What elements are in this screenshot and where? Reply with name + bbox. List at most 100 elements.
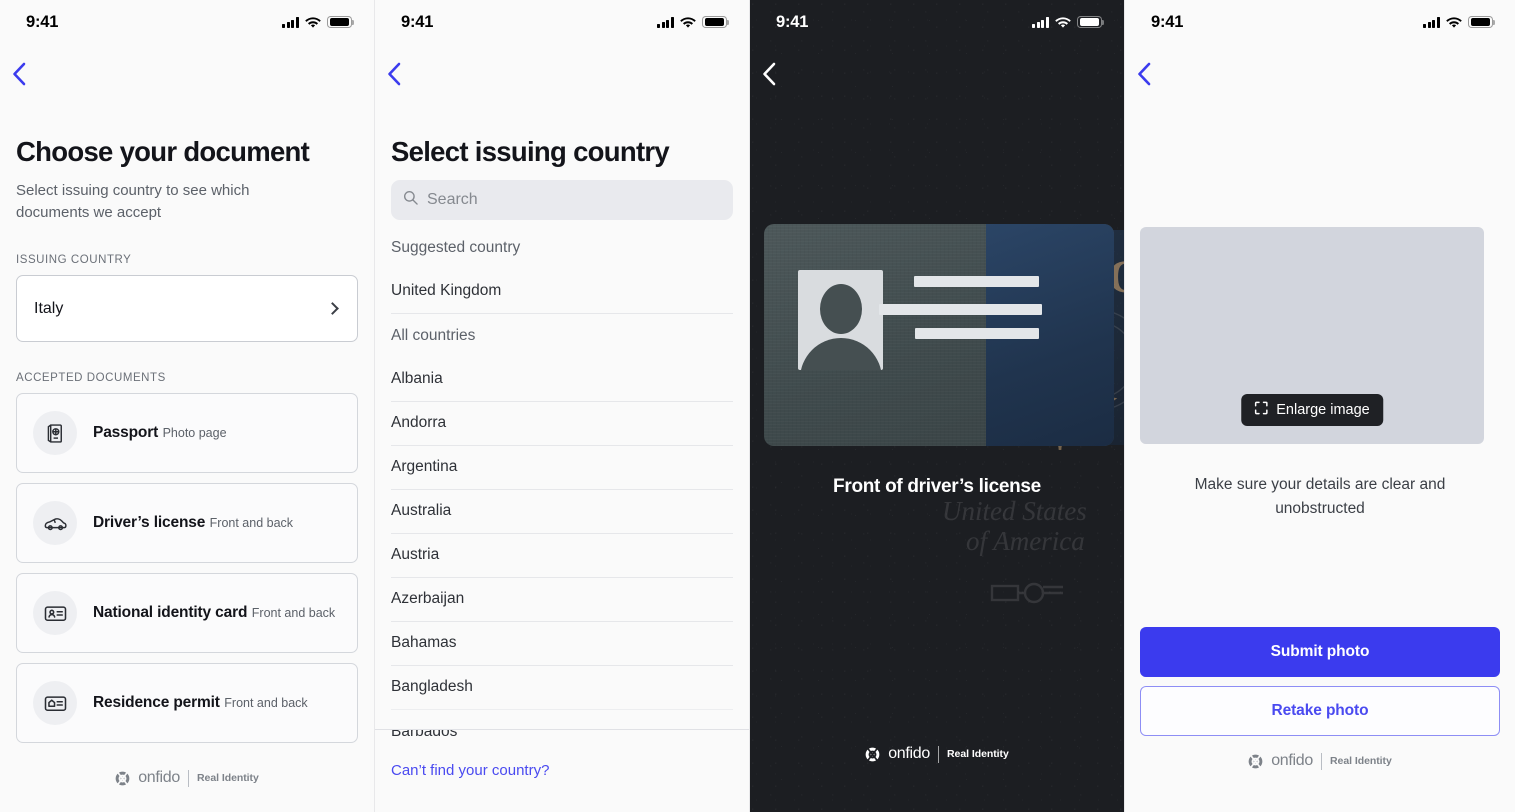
cellular-signal-icon: [1032, 17, 1049, 29]
list-item-country[interactable]: Austria: [391, 534, 733, 578]
onfido-tagline: Real Identity: [197, 772, 259, 784]
retake-photo-button[interactable]: Retake photo: [1140, 686, 1500, 736]
onfido-tagline: Real Identity: [1330, 755, 1392, 767]
wifi-icon: [680, 16, 696, 28]
document-option-text: Driver’s license Front and back: [93, 514, 293, 532]
document-subtitle: Front and back: [224, 696, 308, 710]
back-button[interactable]: [0, 52, 46, 96]
country-list: Suggested country United Kingdom All cou…: [375, 226, 749, 754]
onfido-footer: onfido Real Identity: [750, 745, 1124, 763]
enlarge-image-label: Enlarge image: [1276, 402, 1370, 418]
passport-icon: [33, 411, 77, 455]
cellular-signal-icon: [282, 17, 299, 29]
avatar-head: [819, 284, 862, 334]
status-bar-icons: [657, 15, 730, 29]
search-icon: [403, 190, 418, 210]
list-item-country[interactable]: Bahamas: [391, 622, 733, 666]
submit-photo-button[interactable]: Submit photo: [1140, 627, 1500, 677]
screen-choose-document: 9:41 Choose your document Select issuing…: [0, 0, 375, 812]
list-item-country[interactable]: Barbados: [391, 710, 733, 754]
issuing-country-select[interactable]: Italy: [16, 275, 358, 342]
wifi-icon: [1055, 16, 1071, 28]
choose-document-content: Choose your document Select issuing coun…: [0, 136, 374, 743]
back-button[interactable]: [375, 52, 421, 96]
document-title: Passport: [93, 424, 159, 441]
status-bar: 9:41: [1125, 0, 1515, 44]
select-country-header: Select issuing country: [375, 136, 749, 168]
battery-icon: [1468, 15, 1496, 29]
status-bar-icons: [1423, 15, 1496, 29]
footer-divider: [375, 729, 749, 730]
onfido-tagline: Real Identity: [947, 748, 1009, 760]
document-option-text: Passport Photo page: [93, 424, 227, 442]
data-field-line: [879, 304, 1042, 315]
avatar-shoulders: [799, 338, 882, 370]
document-option-text: National identity card Front and back: [93, 604, 335, 622]
search-input[interactable]: Search: [391, 179, 733, 220]
cant-find-country-link[interactable]: Can’t find your country?: [391, 762, 549, 779]
battery-icon: [702, 15, 730, 29]
onfido-footer: onfido Real Identity: [1125, 752, 1515, 770]
page-title: Select issuing country: [391, 136, 670, 167]
chevron-left-icon: [1138, 62, 1151, 86]
list-item-country[interactable]: Andorra: [391, 402, 733, 446]
review-hint-text: Make sure your details are clear and uno…: [1194, 476, 1446, 517]
list-item-country[interactable]: Argentina: [391, 446, 733, 490]
logo-divider: [188, 769, 189, 787]
logo-divider: [938, 745, 939, 763]
chevron-left-icon: [388, 62, 401, 86]
screen-document-capture: PASSPORT United States of America: [750, 0, 1125, 812]
screen-select-country: 9:41 Select issuing country Search Sugge…: [375, 0, 750, 812]
status-bar-icons: [282, 15, 355, 29]
battery-icon: [1077, 15, 1105, 29]
search-placeholder: Search: [427, 190, 478, 208]
wifi-icon: [1446, 16, 1462, 28]
cellular-signal-icon: [657, 17, 674, 29]
document-capture-illustration: [764, 224, 1114, 446]
phone-screens-row: 9:41 Choose your document Select issuing…: [0, 0, 1517, 812]
enlarge-image-button[interactable]: Enlarge image: [1241, 394, 1383, 426]
onfido-logo-icon: [115, 771, 130, 786]
status-bar: 9:41: [375, 0, 749, 44]
expand-icon: [1254, 401, 1268, 419]
captured-photo-preview: Enlarge image: [1140, 227, 1484, 444]
back-button[interactable]: [750, 52, 796, 96]
wifi-icon: [305, 16, 321, 28]
portrait-photo-placeholder: [798, 270, 883, 370]
document-subtitle: Photo page: [162, 426, 227, 440]
list-item-country[interactable]: Bangladesh: [391, 666, 733, 710]
list-item-country[interactable]: United Kingdom: [391, 270, 733, 314]
status-bar: 9:41: [0, 0, 374, 44]
list-section-header: Suggested country: [391, 238, 521, 256]
status-bar-clock: 9:41: [1151, 12, 1184, 31]
list-item-country[interactable]: Australia: [391, 490, 733, 534]
document-option-residence-permit[interactable]: Residence permit Front and back: [16, 663, 358, 743]
issuing-country-value: Italy: [34, 299, 64, 317]
document-option-drivers-license[interactable]: Driver’s license Front and back: [16, 483, 358, 563]
battery-icon: [327, 15, 355, 29]
document-option-passport[interactable]: Passport Photo page: [16, 393, 358, 473]
chevron-right-icon: [326, 302, 339, 315]
car-icon: [33, 501, 77, 545]
onfido-logo-icon: [1248, 754, 1263, 769]
chevron-left-icon: [763, 62, 776, 86]
data-field-line: [915, 328, 1039, 339]
accepted-documents-list: Passport Photo page Driver’s license Fro…: [16, 393, 358, 743]
page-subtitle: Select issuing country to see which docu…: [16, 181, 250, 221]
onfido-wordmark: onfido: [888, 745, 930, 762]
back-button[interactable]: [1125, 52, 1171, 96]
list-item-country[interactable]: Albania: [391, 358, 733, 402]
list-item-country[interactable]: Azerbaijan: [391, 578, 733, 622]
svg-text:United States: United States: [942, 496, 1087, 526]
cellular-signal-icon: [1423, 17, 1440, 29]
onfido-wordmark: onfido: [138, 769, 180, 786]
status-bar-clock: 9:41: [401, 12, 434, 31]
status-bar-clock: 9:41: [26, 12, 59, 31]
onfido-logo-icon: [865, 747, 880, 762]
status-bar-icons: [1032, 15, 1105, 29]
chevron-left-icon: [13, 62, 26, 86]
id-card-icon: [33, 591, 77, 635]
document-option-national-identity-card[interactable]: National identity card Front and back: [16, 573, 358, 653]
document-subtitle: Front and back: [209, 516, 294, 530]
document-title: National identity card: [93, 604, 248, 621]
